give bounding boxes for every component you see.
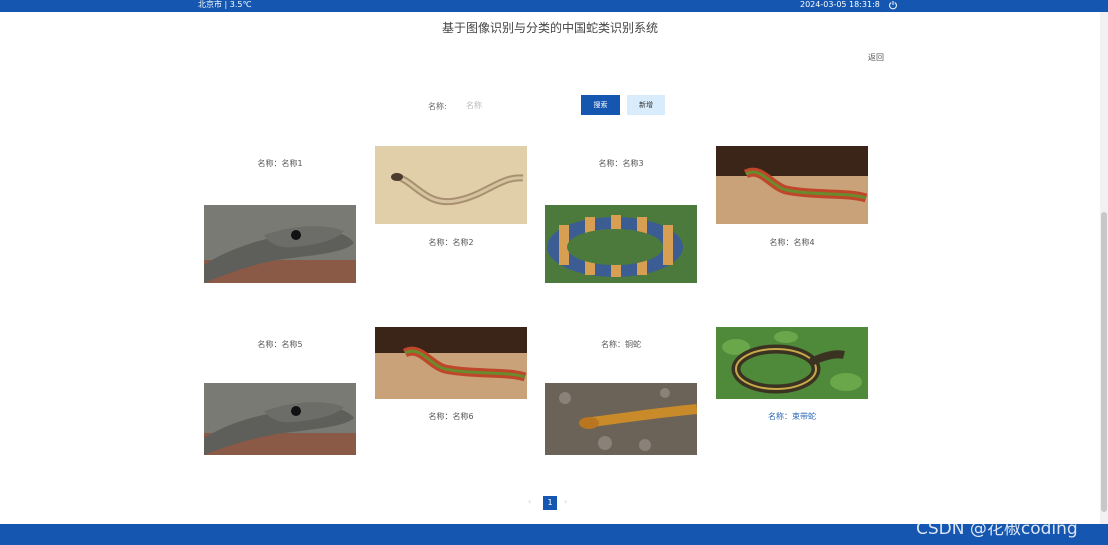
snake-image-2[interactable] [375, 146, 527, 224]
page-1-button[interactable]: 1 [543, 496, 557, 510]
datetime-text: 2024-03-05 18:31:8 [800, 0, 880, 9]
card-label-8[interactable]: 名称：束带蛇 [716, 411, 868, 422]
scrollbar-thumb[interactable] [1101, 212, 1107, 512]
add-button[interactable]: 新增 [627, 95, 665, 115]
next-page-button[interactable]: › [564, 497, 567, 506]
weather-text: 北京市 | 3.5℃ [198, 0, 252, 9]
search-label: 名称: [428, 102, 447, 111]
card-label-2: 名称：名称2 [428, 238, 474, 247]
card-label-6: 名称：名称6 [428, 412, 474, 421]
name-search-input[interactable] [458, 96, 576, 114]
snake-image-4[interactable] [716, 146, 868, 224]
snake-image-8[interactable] [716, 327, 868, 399]
card-label-7: 名称：铜蛇 [601, 340, 641, 349]
back-link[interactable]: 返回 [868, 52, 884, 63]
power-icon[interactable] [888, 0, 898, 10]
card-label-4: 名称：名称4 [769, 238, 815, 247]
snake-image-1[interactable] [204, 205, 356, 283]
search-button[interactable]: 搜索 [581, 95, 620, 115]
snake-image-3[interactable] [545, 205, 697, 283]
snake-image-7[interactable] [545, 383, 697, 455]
snake-image-6[interactable] [375, 327, 527, 399]
card-label-5: 名称：名称5 [257, 340, 303, 349]
vertical-scrollbar[interactable] [1100, 12, 1108, 524]
prev-page-button[interactable]: ‹ [528, 497, 531, 506]
card-label-3: 名称：名称3 [598, 159, 644, 168]
watermark-text: CSDN @花椒coding [916, 519, 1078, 539]
top-bar: 北京市 | 3.5℃ 2024-03-05 18:31:8 [0, 0, 1108, 12]
page-title: 基于图像识别与分类的中国蛇类识别系统 [441, 21, 658, 35]
card-label-1: 名称：名称1 [257, 159, 303, 168]
snake-image-5[interactable] [204, 383, 356, 455]
